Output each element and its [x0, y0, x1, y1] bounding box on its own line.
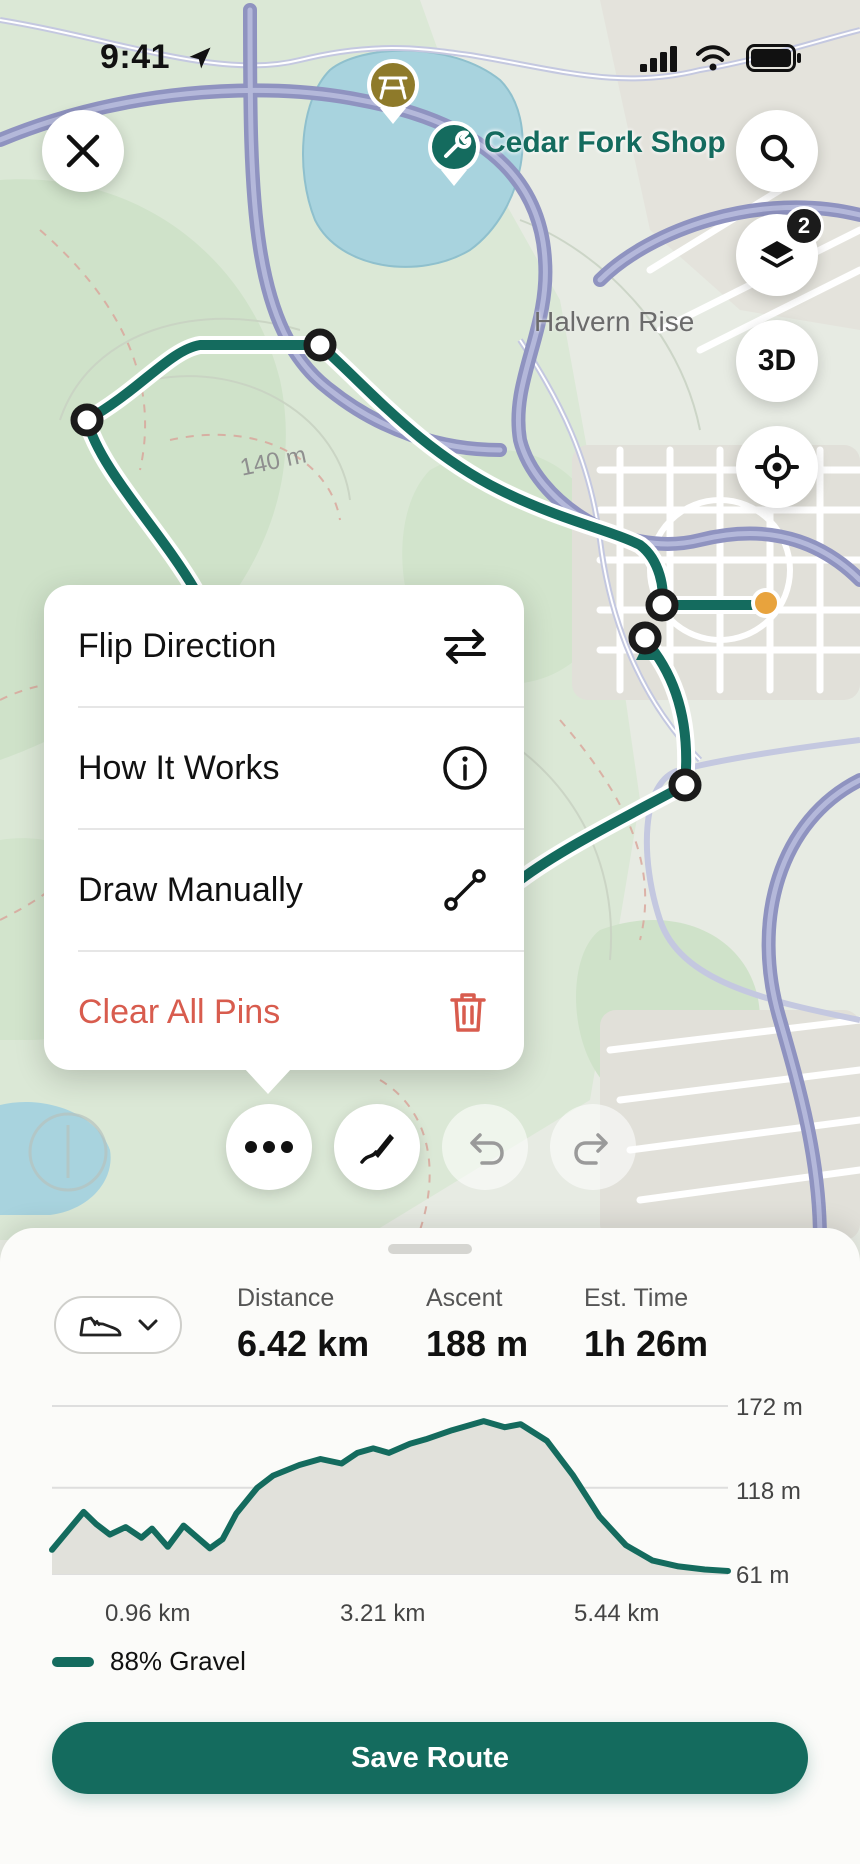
close-button[interactable] [42, 110, 124, 192]
locate-me-button[interactable] [736, 426, 818, 508]
surface-legend: 88% Gravel [52, 1646, 246, 1677]
undo-icon [470, 1133, 504, 1165]
more-options-menu: Flip Direction How It Works Draw Manuall… [44, 585, 524, 1094]
search-icon [760, 134, 795, 169]
elevation-area [52, 1421, 728, 1574]
route-planner-screen: Cedar Fork Shop Halvern Rise 140 m 9:41 [0, 0, 860, 1864]
signal-icon [640, 46, 677, 72]
menu-item-clear-all-pins[interactable]: Clear All Pins [78, 951, 488, 1073]
menu-item-label: Clear All Pins [78, 992, 281, 1031]
draw-mode-button[interactable] [334, 1104, 420, 1190]
save-route-button[interactable]: Save Route [52, 1722, 808, 1794]
x-tick-label-2: 3.21 km [340, 1600, 426, 1627]
wifi-icon [696, 45, 730, 71]
more-dots-icon [245, 1141, 293, 1153]
status-bar: 9:41 [0, 0, 860, 110]
menu-item-label: How It Works [78, 748, 280, 787]
x-tick-label-1: 0.96 km [105, 1600, 191, 1627]
layers-button[interactable]: 2 [736, 206, 824, 296]
x-tick-label-3: 5.44 km [574, 1600, 660, 1627]
location-arrow-icon [189, 47, 211, 69]
y-tick-label-bottom: 61 m [736, 1562, 790, 1589]
undo-button[interactable] [442, 1104, 528, 1190]
y-tick-label-mid: 118 m [736, 1478, 801, 1505]
poi-label-cedar-fork-shop[interactable]: Cedar Fork Shop [484, 126, 726, 160]
menu-item-label: Flip Direction [78, 626, 277, 665]
close-icon [66, 134, 100, 168]
redo-button[interactable] [550, 1104, 636, 1190]
legend-label: 88% Gravel [110, 1646, 246, 1676]
y-tick-label-top: 172 m [736, 1394, 803, 1421]
layers-count-badge: 2 [784, 206, 824, 246]
elevation-profile-chart[interactable] [0, 1228, 860, 1648]
info-icon [443, 746, 487, 790]
more-options-button[interactable] [226, 1104, 312, 1190]
battery-icon [746, 44, 801, 72]
redo-icon [574, 1133, 608, 1165]
menu-pointer [244, 1068, 292, 1094]
search-button[interactable] [736, 110, 818, 192]
swap-arrows-icon [444, 629, 486, 664]
trash-icon [450, 993, 486, 1032]
crosshair-icon [755, 445, 799, 489]
line-segment-icon [444, 869, 486, 911]
pen-draw-icon [360, 1134, 394, 1164]
route-summary-sheet: Distance 6.42 km Ascent 188 m Est. Time … [0, 1228, 860, 1864]
menu-item-how-it-works[interactable]: How It Works [78, 707, 488, 829]
place-label-halvern-rise: Halvern Rise [534, 306, 695, 337]
view-3d-button[interactable]: 3D [736, 320, 818, 402]
menu-item-draw-manually[interactable]: Draw Manually [78, 829, 488, 951]
menu-item-label: Draw Manually [78, 870, 303, 909]
status-time: 9:41 [100, 38, 171, 76]
view-3d-label: 3D [757, 344, 797, 377]
menu-item-flip-direction[interactable]: Flip Direction [78, 585, 488, 707]
legend-swatch [52, 1656, 94, 1667]
